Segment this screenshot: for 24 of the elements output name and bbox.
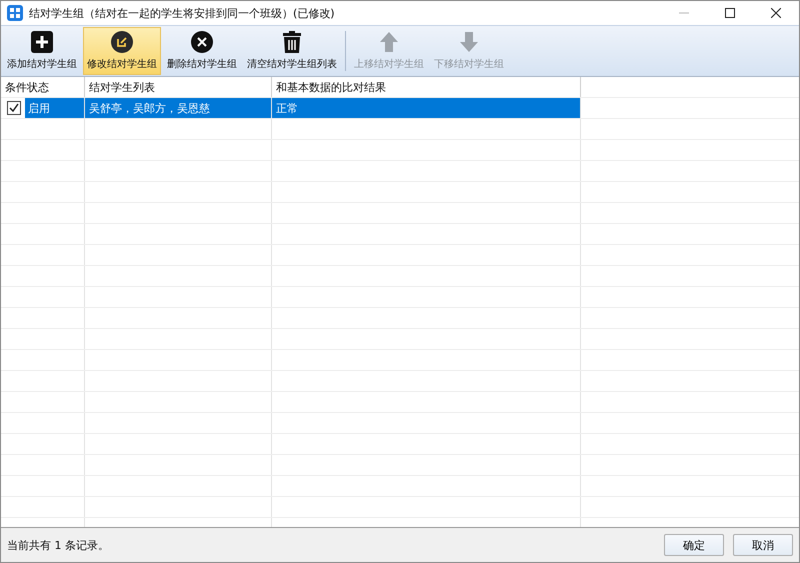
- app-icon: [7, 5, 23, 21]
- table-cell: 启用: [25, 98, 84, 118]
- column-header[interactable]: 结对学生列表: [85, 77, 272, 97]
- column-header[interactable]: 条件状态: [1, 77, 85, 97]
- window-title: 结对学生组（结对在一起的学生将安排到同一个班级）(已修改): [29, 6, 336, 20]
- table-cell: 正常: [272, 98, 581, 118]
- toolbar-button[interactable]: 添加结对学生组: [3, 27, 81, 75]
- record-count: 当前共有 1 条记录。: [7, 538, 110, 552]
- table-cell: 吴舒亭，吴郎方，吴恩慈: [85, 98, 272, 118]
- dialog-button[interactable]: 确定: [664, 534, 724, 556]
- maximize-icon[interactable]: [725, 8, 735, 18]
- close-circle-icon: [190, 30, 214, 54]
- down-arrow-icon: [457, 30, 481, 54]
- toolbar-button[interactable]: 清空结对学生组列表: [243, 27, 341, 75]
- toolbar-button[interactable]: 删除结对学生组: [163, 27, 241, 75]
- toolbar-button[interactable]: 修改结对学生组: [83, 27, 161, 75]
- checkbox[interactable]: [7, 101, 21, 115]
- edit-icon: [110, 30, 134, 54]
- column-header[interactable]: 和基本数据的比对结果: [272, 77, 581, 97]
- trash-icon: [280, 30, 304, 54]
- up-arrow-icon: [377, 30, 401, 54]
- dialog-button[interactable]: 取消: [733, 534, 793, 556]
- close-icon[interactable]: [771, 8, 781, 18]
- plus-icon: [30, 30, 54, 54]
